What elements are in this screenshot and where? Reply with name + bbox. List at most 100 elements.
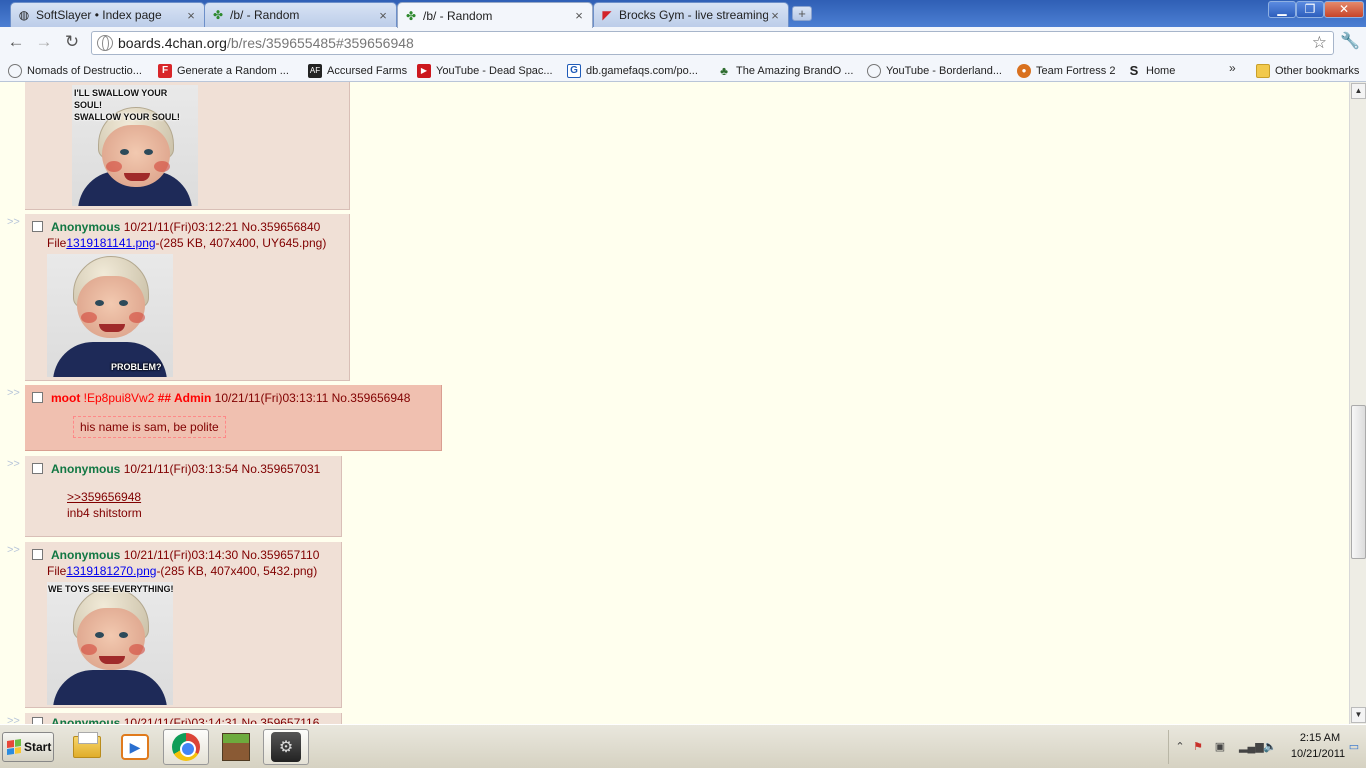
post-number[interactable]: No.359657116 — [242, 716, 320, 724]
post-number[interactable]: No.359657031 — [242, 462, 321, 476]
start-button[interactable]: Start — [2, 732, 54, 762]
close-icon[interactable]: × — [768, 8, 782, 23]
scroll-up-arrow-icon[interactable]: ▲ — [1351, 83, 1366, 99]
scroll-down-arrow-icon[interactable]: ▼ — [1351, 707, 1366, 723]
wrench-menu-icon[interactable]: 🔧 — [1339, 31, 1361, 53]
quote-link[interactable]: >>359656948 — [67, 490, 141, 504]
taskbar-steam[interactable]: ⚙ — [263, 729, 309, 765]
bookmark-home[interactable]: S Home — [1127, 62, 1176, 79]
tab-title: Brocks Gym - live streaming vic — [619, 8, 768, 22]
post-checkbox[interactable] — [32, 463, 43, 474]
file-link[interactable]: 1319181141.png — [66, 236, 155, 250]
device-icon[interactable]: ▣ — [1213, 740, 1227, 754]
taskbar-minecraft[interactable] — [213, 729, 259, 765]
file-link[interactable]: 1319181270.png — [66, 564, 156, 578]
tab-brocks-gym[interactable]: ◤ Brocks Gym - live streaming vic × — [593, 2, 789, 27]
post-checkbox[interactable] — [32, 392, 43, 403]
bookmark-label: YouTube - Borderland... — [886, 64, 1002, 77]
forward-button[interactable]: → — [33, 32, 55, 54]
tab-softslayer[interactable]: ◍ SoftSlayer • Index page × — [10, 2, 205, 27]
tab-title: SoftSlayer • Index page — [36, 8, 162, 22]
clock-time[interactable]: 2:15 AM — [1289, 732, 1351, 744]
post-image-thumbnail[interactable]: WE TOYS SEE EVERYTHING! — [47, 582, 173, 705]
frog-icon: ♣ — [720, 63, 728, 78]
url-text[interactable]: boards.4chan.org/b/res/359655485#3596569… — [118, 35, 414, 51]
scrollbar-thumb[interactable] — [1351, 405, 1366, 559]
post-header: Anonymous 10/21/11(Fri)03:12:21 No.35965… — [51, 220, 320, 234]
action-center-flag-icon[interactable]: ⚑ — [1191, 740, 1205, 754]
post-359657116: Anonymous 10/21/11(Fri)03:14:31 No.35965… — [25, 713, 342, 724]
post-image-thumbnail[interactable]: PROBLEM? — [47, 254, 173, 377]
close-icon[interactable]: × — [376, 8, 390, 23]
vertical-scrollbar[interactable]: ▲ ▼ — [1349, 82, 1366, 724]
taskbar-chrome[interactable] — [163, 729, 209, 765]
reload-button[interactable]: ↻ — [61, 32, 83, 54]
steam-icon: ⚙ — [271, 732, 301, 762]
chrome-icon — [172, 733, 200, 761]
taskbar: Start ▶ ⚙ ⌃ ⚑ ▣ ▂▄▆ 🔈 2:15 AM 10/21/2011… — [0, 724, 1366, 768]
bookmark-label: db.gamefaqs.com/po... — [586, 64, 698, 77]
back-button[interactable]: ← — [5, 32, 27, 54]
bookmark-youtube-dead-space[interactable]: ▶ YouTube - Dead Spac... — [417, 62, 553, 79]
new-tab-button[interactable]: + — [792, 6, 812, 21]
network-signal-icon[interactable]: ▂▄▆ — [1239, 740, 1264, 754]
folder-icon — [1256, 63, 1270, 78]
volume-speaker-icon[interactable]: 🔈 — [1263, 740, 1277, 754]
bookmark-nomads[interactable]: Nomads of Destructio... — [8, 62, 142, 79]
bookmark-generate-random[interactable]: F Generate a Random ... — [158, 62, 289, 79]
bookmark-team-fortress-2[interactable]: ● Team Fortress 2 — [1017, 62, 1115, 79]
post-number[interactable]: No.359656840 — [242, 220, 321, 234]
other-bookmarks-folder[interactable]: Other bookmarks — [1256, 62, 1359, 79]
post-number[interactable]: No.359656948 — [332, 391, 411, 405]
bookmark-amazing-brando[interactable]: ♣ The Amazing BrandO ... — [717, 62, 853, 79]
bookmark-label: YouTube - Dead Spac... — [436, 64, 553, 77]
browser-toolbar: ← → ↻ boards.4chan.org/b/res/359655485#3… — [0, 27, 1366, 59]
post-checkbox[interactable] — [32, 549, 43, 560]
post-datetime: 10/21/11(Fri)03:12:21 — [123, 220, 239, 234]
clover-icon: ✤ — [405, 8, 417, 23]
page-info-icon[interactable] — [97, 35, 113, 51]
poster-name: moot — [51, 391, 81, 405]
other-bookmarks-label: Other bookmarks — [1275, 64, 1360, 77]
tab-b-random-active[interactable]: ✤ /b/ - Random × — [397, 2, 593, 28]
bookmark-star-icon[interactable]: ☆ — [1312, 33, 1327, 53]
bookmarks-overflow-chevron-icon[interactable]: » — [1229, 61, 1236, 75]
image-caption: SWALLOW YOUR SOUL! — [74, 112, 180, 122]
file-details: -(285 KB, 407x400, 5432.png) — [156, 564, 318, 578]
tray-expand-chevron-icon[interactable]: ⌃ — [1173, 740, 1187, 754]
post-header: moot !Ep8pui8Vw2 ## Admin 10/21/11(Fri)0… — [51, 391, 410, 405]
bookmark-label: Generate a Random ... — [177, 64, 289, 77]
show-desktop-icon[interactable]: ▭ — [1347, 740, 1361, 754]
folder-icon — [73, 732, 101, 758]
bookmark-gamefaqs[interactable]: G db.gamefaqs.com/po... — [567, 62, 698, 79]
clock-date[interactable]: 10/21/2011 — [1285, 748, 1351, 760]
post-checkbox[interactable] — [32, 221, 43, 232]
minimize-button[interactable]: ▁ — [1268, 1, 1296, 18]
globe-icon — [867, 63, 881, 78]
close-icon[interactable]: × — [184, 8, 198, 23]
restore-button[interactable]: ❐ — [1296, 1, 1324, 18]
close-icon[interactable]: × — [572, 8, 586, 23]
post-number[interactable]: No.359657110 — [242, 548, 320, 562]
tf2-icon: ● — [1017, 63, 1031, 78]
poster-name: Anonymous — [51, 548, 121, 562]
post-checkbox[interactable] — [32, 717, 43, 724]
image-caption: WE TOYS SEE EVERYTHING! — [48, 584, 173, 594]
post-image-thumbnail[interactable]: I'LL SWALLOW YOUR SOUL! SWALLOW YOUR SOU… — [72, 85, 198, 206]
poster-tripcode: !Ep8pui8Vw2 — [83, 391, 155, 405]
file-details: -(285 KB, 407x400, UY645.png) — [155, 236, 327, 250]
taskbar-explorer[interactable] — [64, 729, 110, 765]
taskbar-media-player[interactable]: ▶ — [112, 729, 158, 765]
address-bar[interactable]: boards.4chan.org/b/res/359655485#3596569… — [91, 31, 1334, 55]
bookmark-youtube-borderlands[interactable]: YouTube - Borderland... — [867, 62, 1002, 79]
globe-icon: ◍ — [18, 8, 30, 22]
poster-name: Anonymous — [51, 462, 121, 476]
bookmark-accursed-farms[interactable]: AF Accursed Farms — [308, 62, 407, 79]
poster-name: Anonymous — [51, 220, 121, 234]
post-previous: I'LL SWALLOW YOUR SOUL! SWALLOW YOUR SOU… — [25, 82, 350, 210]
post-359656840: Anonymous 10/21/11(Fri)03:12:21 No.35965… — [25, 214, 350, 381]
tab-b-random-1[interactable]: ✤ /b/ - Random × — [204, 2, 397, 27]
post-header: Anonymous 10/21/11(Fri)03:14:31 No.35965… — [51, 716, 319, 724]
bookmarks-bar: Nomads of Destructio... F Generate a Ran… — [0, 59, 1366, 82]
close-window-button[interactable]: ✕ — [1324, 1, 1364, 18]
